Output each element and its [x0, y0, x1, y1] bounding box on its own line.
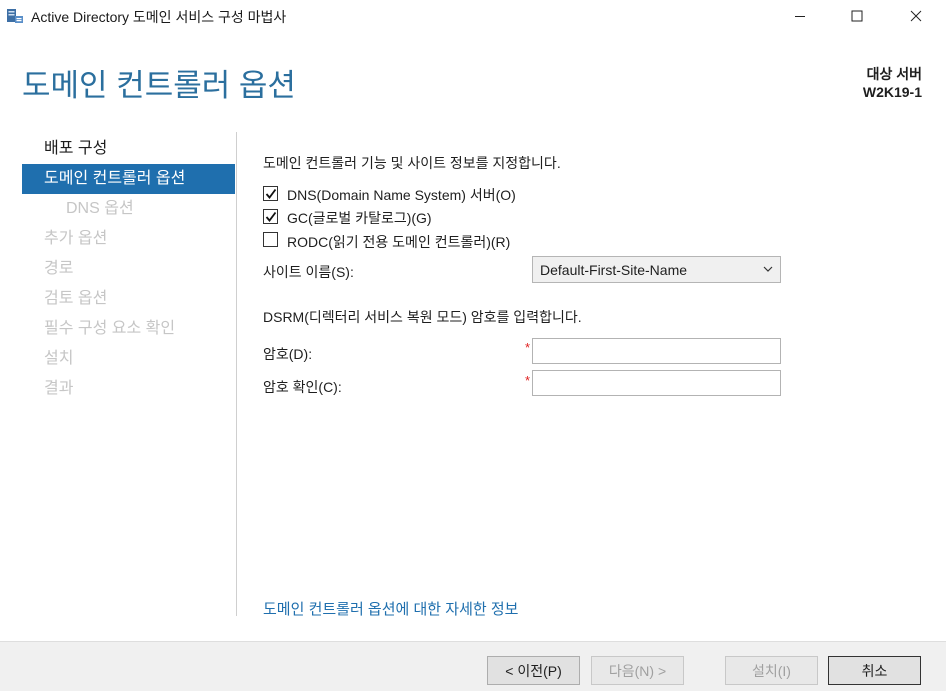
password-input[interactable]	[532, 338, 781, 364]
server-manager-icon	[6, 7, 24, 25]
dsrm-intro: DSRM(디렉터리 서비스 복원 모드) 암호를 입력합니다.	[263, 309, 582, 325]
cancel-button[interactable]: 취소	[828, 656, 921, 685]
site-name-label: 사이트 이름(S):	[263, 264, 354, 280]
target-server-label: 대상 서버	[866, 66, 922, 82]
page-title: 도메인 컨트롤러 옵션	[22, 68, 296, 103]
nav-item-results: 결과	[44, 380, 74, 397]
confirm-password-required-mark: *	[525, 373, 531, 388]
maximize-button[interactable]	[834, 0, 880, 32]
next-button[interactable]: 다음(N) >	[591, 656, 684, 685]
back-button[interactable]: < 이전(P)	[487, 656, 580, 685]
password-required-mark: *	[525, 340, 531, 355]
rodc-label[interactable]: RODC(읽기 전용 도메인 컨트롤러)(R)	[287, 232, 510, 252]
global-catalog-checkbox[interactable]	[263, 209, 278, 224]
checkmark-icon	[265, 211, 277, 222]
target-server-name: W2K19-1	[862, 84, 922, 100]
rodc-checkbox[interactable]	[263, 232, 278, 247]
nav-item-additional-options: 추가 옵션	[44, 230, 108, 247]
more-info-link[interactable]: 도메인 컨트롤러 옵션에 대한 자세한 정보	[263, 598, 518, 619]
site-name-select[interactable]: Default-First-Site-Name	[532, 256, 781, 283]
password-label: 암호(D):	[263, 346, 313, 362]
nav-item-paths: 경로	[44, 260, 74, 277]
dns-server-label[interactable]: DNS(Domain Name System) 서버(O)	[287, 185, 516, 205]
nav-item-prerequisites-check: 필수 구성 요소 확인	[44, 320, 176, 337]
nav-item-installation: 설치	[44, 350, 74, 367]
checkmark-icon	[265, 188, 277, 199]
close-icon	[910, 10, 922, 22]
title-bar: Active Directory 도메인 서비스 구성 마법사	[0, 0, 946, 32]
confirm-password-input[interactable]	[532, 370, 781, 396]
close-button[interactable]	[893, 0, 939, 32]
global-catalog-label[interactable]: GC(글로벌 카탈로그)(G)	[287, 208, 432, 228]
nav-item-dns-options: DNS 옵션	[66, 200, 134, 217]
window-title: Active Directory 도메인 서비스 구성 마법사	[31, 9, 287, 25]
nav-item-dc-options[interactable]: 도메인 컨트롤러 옵션	[22, 164, 235, 194]
minimize-button[interactable]	[777, 0, 823, 32]
dns-server-checkbox[interactable]	[263, 186, 278, 201]
maximize-icon	[851, 10, 863, 22]
dc-capabilities-intro: 도메인 컨트롤러 기능 및 사이트 정보를 지정합니다.	[263, 155, 561, 171]
nav-item-review-options: 검토 옵션	[44, 290, 108, 307]
chevron-down-icon	[763, 266, 773, 272]
confirm-password-label: 암호 확인(C):	[263, 379, 342, 395]
site-name-value: Default-First-Site-Name	[540, 262, 688, 278]
minimize-icon	[795, 16, 805, 17]
install-button[interactable]: 설치(I)	[725, 656, 818, 685]
nav-divider	[236, 132, 237, 616]
footer-separator	[0, 641, 946, 642]
wizard-steps-nav: 배포 구성 도메인 컨트롤러 옵션 DNS 옵션 추가 옵션 경로 검토 옵션 …	[22, 134, 235, 404]
nav-item-deployment-config[interactable]: 배포 구성	[22, 134, 235, 164]
